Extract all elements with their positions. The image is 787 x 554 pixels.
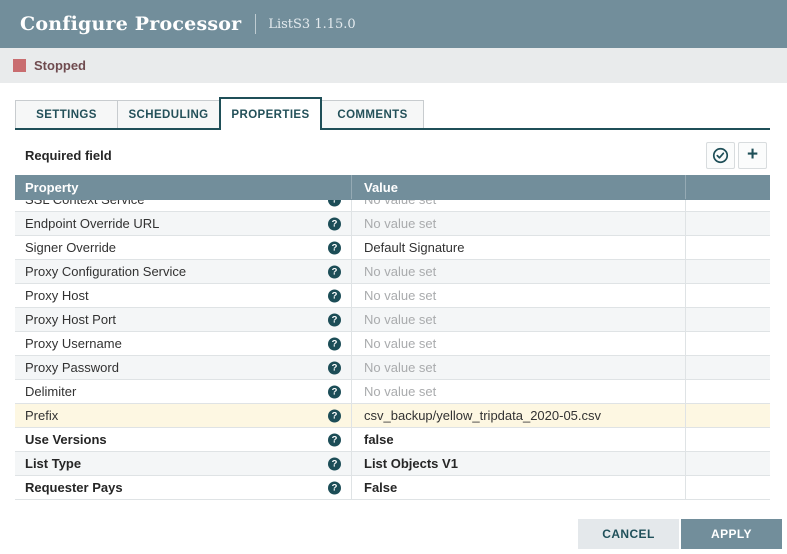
property-name: Proxy Username	[25, 336, 122, 351]
plus-icon: +	[747, 145, 758, 164]
table-row[interactable]: Delimiter ? No value set	[15, 380, 770, 404]
column-header-extra	[686, 175, 770, 199]
processor-name-version: ListS3 1.15.0	[268, 17, 355, 32]
table-row[interactable]: Proxy Username ? No value set	[15, 332, 770, 356]
property-value: Default Signature	[364, 240, 464, 255]
table-row[interactable]: Proxy Host ? No value set	[15, 284, 770, 308]
property-name: Proxy Configuration Service	[25, 264, 186, 279]
property-value: No value set	[364, 360, 436, 375]
property-name: SSL Context Service	[25, 200, 144, 207]
dialog-titlebar: Configure Processor ListS3 1.15.0	[0, 0, 787, 48]
configure-processor-dialog: Configure Processor ListS3 1.15.0 Stoppe…	[0, 0, 787, 554]
table-row[interactable]: List Type ? List Objects V1	[15, 452, 770, 476]
property-value: No value set	[364, 264, 436, 279]
help-icon[interactable]: ?	[328, 337, 341, 350]
property-value: False	[364, 480, 397, 495]
add-property-button[interactable]: +	[738, 142, 767, 169]
verify-properties-button[interactable]	[706, 142, 735, 169]
table-row[interactable]: Endpoint Override URL ? No value set	[15, 212, 770, 236]
property-name: Requester Pays	[25, 480, 123, 495]
property-name: Endpoint Override URL	[25, 216, 159, 231]
required-field-note: Required field	[25, 148, 112, 163]
table-row[interactable]: Signer Override ? Default Signature	[15, 236, 770, 260]
property-value: No value set	[364, 216, 436, 231]
help-icon[interactable]: ?	[328, 265, 341, 278]
help-icon[interactable]: ?	[328, 217, 341, 230]
title-divider	[255, 14, 256, 34]
property-name: Proxy Host	[25, 288, 89, 303]
column-header-value: Value	[352, 175, 686, 199]
dialog-footer: CANCEL APPLY	[578, 519, 782, 549]
property-value: No value set	[364, 384, 436, 399]
status-label: Stopped	[34, 58, 86, 73]
check-circle-icon	[712, 147, 729, 164]
help-icon[interactable]: ?	[328, 433, 341, 446]
table-row-clipped: SSL Context Service ? No value set	[15, 200, 770, 212]
property-name: List Type	[25, 456, 81, 471]
property-name: Proxy Password	[25, 360, 119, 375]
property-value: List Objects V1	[364, 456, 458, 471]
property-name: Delimiter	[25, 384, 76, 399]
dialog-tabs: SETTINGS SCHEDULING PROPERTIES COMMENTS	[15, 95, 770, 130]
table-row[interactable]: Requester Pays ? False	[15, 476, 770, 500]
property-name: Prefix	[25, 408, 58, 423]
help-icon[interactable]: ?	[328, 241, 341, 254]
tab-scheduling[interactable]: SCHEDULING	[117, 100, 220, 128]
property-table-actions: +	[706, 142, 767, 169]
table-row[interactable]: Proxy Configuration Service ? No value s…	[15, 260, 770, 284]
help-icon[interactable]: ?	[328, 313, 341, 326]
help-icon[interactable]: ?	[328, 200, 341, 206]
column-header-property: Property	[15, 175, 352, 199]
stopped-status-icon	[13, 59, 26, 72]
help-icon[interactable]: ?	[328, 361, 341, 374]
property-value: false	[364, 432, 394, 447]
property-name: Use Versions	[25, 432, 107, 447]
dialog-title: Configure Processor	[20, 13, 241, 35]
table-row-prefix[interactable]: Prefix ? csv_backup/yellow_tripdata_2020…	[15, 404, 770, 428]
help-icon[interactable]: ?	[328, 409, 341, 422]
property-value: No value set	[364, 312, 436, 327]
table-row[interactable]: Proxy Password ? No value set	[15, 356, 770, 380]
property-value: No value set	[364, 288, 436, 303]
status-bar: Stopped	[0, 48, 787, 83]
tab-settings[interactable]: SETTINGS	[15, 100, 118, 128]
property-value: No value set	[364, 200, 436, 207]
help-icon[interactable]: ?	[328, 457, 341, 470]
help-icon[interactable]: ?	[328, 289, 341, 302]
tab-comments[interactable]: COMMENTS	[321, 100, 424, 128]
table-row[interactable]: Proxy Host Port ? No value set	[15, 308, 770, 332]
cancel-button[interactable]: CANCEL	[578, 519, 679, 549]
help-icon[interactable]: ?	[328, 385, 341, 398]
table-row[interactable]: SSL Context Service ? No value set	[15, 200, 770, 212]
properties-table: Property Value SSL Context Service ? No …	[15, 175, 770, 500]
table-row[interactable]: Use Versions ? false	[15, 428, 770, 452]
tab-properties[interactable]: PROPERTIES	[219, 97, 322, 130]
help-icon[interactable]: ?	[328, 481, 341, 494]
property-value: csv_backup/yellow_tripdata_2020-05.csv	[364, 408, 601, 423]
property-name: Proxy Host Port	[25, 312, 116, 327]
apply-button[interactable]: APPLY	[681, 519, 782, 549]
property-name: Signer Override	[25, 240, 116, 255]
table-header-row: Property Value	[15, 175, 770, 200]
property-value: No value set	[364, 336, 436, 351]
